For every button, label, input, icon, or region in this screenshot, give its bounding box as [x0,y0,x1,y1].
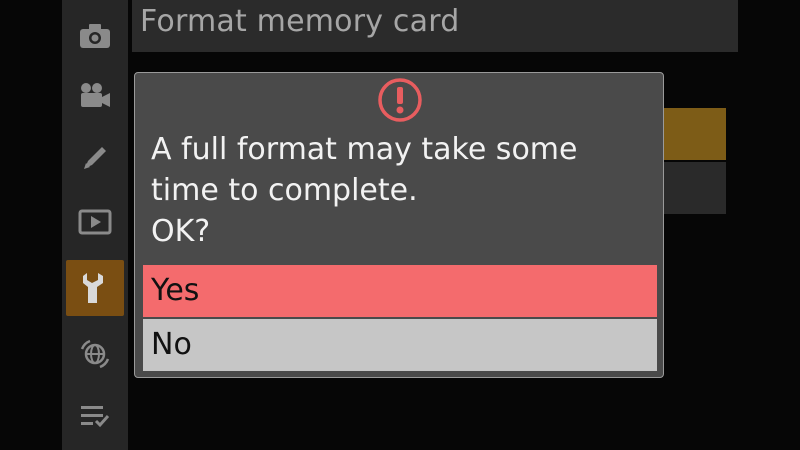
pencil-icon [84,147,106,169]
camera-icon [80,24,110,48]
camera-screen: Format memory card A full format may tak… [0,0,800,450]
no-option[interactable]: No [143,319,657,371]
playback-icon [78,209,112,235]
my-menu-icon [81,406,110,428]
movie-camera-icon [81,83,110,107]
background-menu-row [664,162,726,214]
warning-icon [378,78,422,122]
tab-movie-shooting[interactable] [62,68,128,124]
confirm-dialog: A full format may take some time to comp… [134,72,664,378]
yes-option[interactable]: Yes [143,265,657,317]
tab-custom-settings[interactable] [62,130,128,186]
menu-tab-rail [62,0,128,450]
tab-network[interactable] [62,326,128,382]
network-icon [80,339,110,369]
tab-playback[interactable] [62,194,128,250]
tab-setup[interactable] [66,260,124,316]
dialog-message-line: OK? [151,214,211,249]
menu-header: Format memory card [132,0,738,52]
dialog-message: A full format may take some time to comp… [151,129,631,252]
dialog-message-line: A full format may take some [151,132,578,167]
dialog-message-line: time to complete. [151,173,418,208]
wrench-icon [83,273,103,303]
background-menu-row-highlighted [664,108,726,160]
page-title: Format memory card [140,4,460,39]
tab-my-menu[interactable] [62,388,128,444]
tab-photo-shooting[interactable] [62,8,128,64]
